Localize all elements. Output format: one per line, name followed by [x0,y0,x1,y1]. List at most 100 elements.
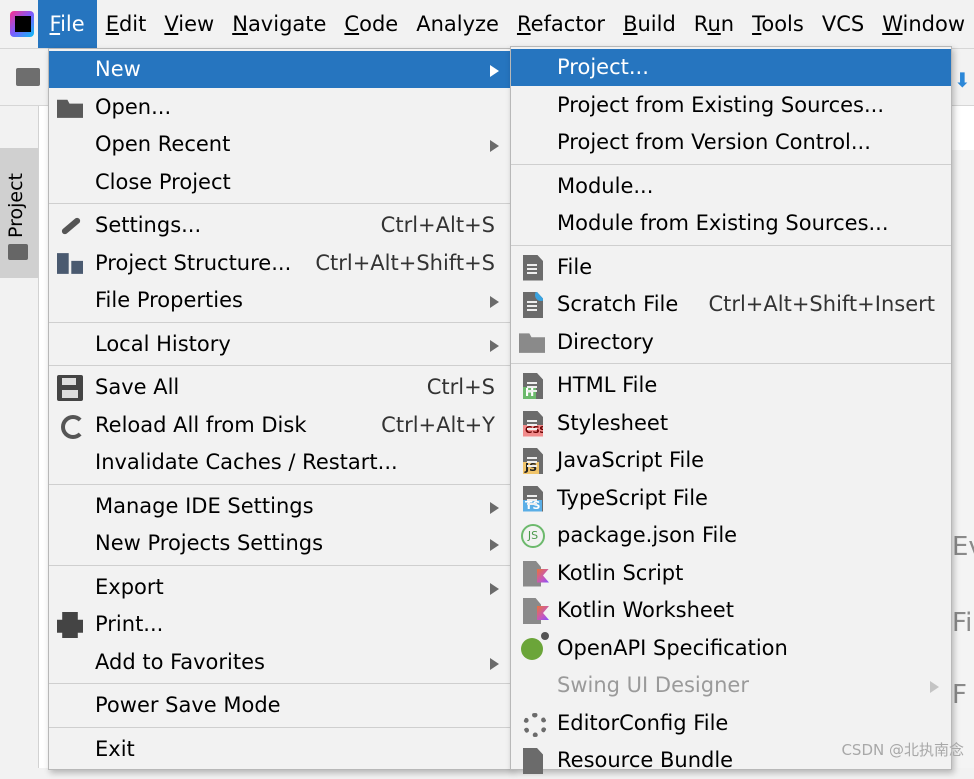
file-item-local-history[interactable]: Local History [49,326,511,363]
new-item-label: HTML File [557,373,658,397]
submenu-arrow-icon [490,501,499,514]
file-item-new-projects-settings[interactable]: New Projects Settings [49,525,511,562]
project-structure-icon [57,253,83,274]
file-item-close-project[interactable]: Close Project [49,164,511,201]
new-item-typescript-file[interactable]: TS TypeScript File [511,480,951,517]
file-item-invalidate-caches-restart[interactable]: Invalidate Caches / Restart... [49,444,511,481]
file-item-power-save-mode[interactable]: Power Save Mode [49,687,511,724]
menu-refactor[interactable]: Refactor [508,0,614,48]
file-item-settings[interactable]: Settings... Ctrl+Alt+S [49,207,511,244]
new-item-scratch-file[interactable]: Scratch File Ctrl+Alt+Shift+Insert [511,286,951,323]
menu-vcs[interactable]: VCS [813,0,873,48]
new-item-label: Kotlin Worksheet [557,598,734,622]
file-item-label: File Properties [95,288,243,312]
new-item-kotlin-script[interactable]: Kotlin Script [511,555,951,592]
file-item-exit[interactable]: Exit [49,731,511,768]
file-item-add-to-favorites[interactable]: Add to Favorites [49,644,511,681]
folder-open-icon [57,99,83,118]
new-item-label: package.json File [557,523,738,547]
download-arrow-icon[interactable]: ⬇ [954,68,971,92]
wrench-icon [57,213,83,239]
file-item-label: New [95,57,141,81]
submenu-arrow-icon [490,582,499,595]
new-item-project[interactable]: Project... [511,49,951,86]
js-file-icon: JS [523,448,543,474]
gear-icon [523,712,547,737]
new-item-label: File [557,254,593,279]
menu-build[interactable]: Build [614,0,685,48]
menu-navigate[interactable]: Navigate [223,0,335,48]
menu-separator [49,321,511,323]
file-item-label: Project Structure... [95,250,292,275]
menu-separator [49,564,511,566]
kotlin-badge-icon [537,606,549,620]
file-item-label: Open... [95,94,172,119]
menu-run[interactable]: Run [685,0,743,48]
file-item-reload-all-from-disk[interactable]: Reload All from Disk Ctrl+Alt+Y [49,407,511,444]
new-item-label: Project from Version Control... [557,130,871,154]
menu-tools[interactable]: Tools [743,0,813,48]
menu-view[interactable]: View [155,0,223,48]
file-item-label: Power Save Mode [95,693,281,717]
shortcut-label: Ctrl+Alt+Shift+Insert [708,292,935,316]
kotlin-badge-icon [537,568,549,583]
menu-analyze[interactable]: Analyze [407,0,508,48]
menu-window[interactable]: Window [873,0,974,48]
new-item-label: Swing UI Designer [557,673,749,697]
file-icon [523,254,543,281]
shortcut-label: Ctrl+S [426,375,495,399]
file-item-label: Close Project [95,169,231,194]
file-item-open[interactable]: Open... [49,89,511,126]
scratch-file-icon [523,292,543,318]
menu-separator [49,365,511,366]
new-item-label: Module... [557,173,654,198]
file-item-file-properties[interactable]: File Properties [49,282,511,319]
file-item-manage-ide-settings[interactable]: Manage IDE Settings [49,488,511,525]
new-item-kotlin-worksheet[interactable]: Kotlin Worksheet [511,592,951,629]
menu-separator [511,244,951,246]
menu-file[interactable]: File [37,0,97,48]
file-item-save-all[interactable]: Save All Ctrl+S [49,369,511,406]
file-item-print[interactable]: Print... [49,606,511,643]
shortcut-label: Ctrl+Alt+Y [381,412,495,437]
new-item-file[interactable]: File [511,249,951,286]
new-item-label: Resource Bundle [557,748,734,772]
submenu-arrow-icon [490,539,499,551]
new-item-label: Directory [557,329,654,354]
new-item-module-from-existing-sources[interactable]: Module from Existing Sources... [511,205,951,242]
new-item-javascript-file[interactable]: JS JavaScript File [511,442,951,479]
file-item-label: Print... [95,612,164,636]
file-item-project-structure[interactable]: Project Structure... Ctrl+Alt+Shift+S [49,245,511,282]
new-item-label: EditorConfig File [557,710,729,735]
new-item-html-file[interactable]: H HTML File [511,367,951,404]
new-item-module[interactable]: Module... [511,168,951,205]
new-item-label: Kotlin Script [557,560,684,585]
new-item-project-from-existing-sources[interactable]: Project from Existing Sources... [511,87,951,124]
new-item-directory[interactable]: Directory [511,324,951,361]
submenu-arrow-icon [490,65,499,77]
shortcut-label: Ctrl+Alt+S [380,213,495,237]
menu-code[interactable]: Code [335,0,407,48]
file-menu-dropdown: New Open... Open Recent Close Project Settin… [48,48,512,770]
new-item-editorconfig-file[interactable]: EditorConfig File [511,705,951,742]
menu-separator [49,683,511,684]
file-item-export[interactable]: Export [49,569,511,606]
menu-edit[interactable]: Edit [97,0,156,48]
new-item-project-from-version-control[interactable]: Project from Version Control... [511,124,951,161]
new-item-package-json-file[interactable]: JS package.json File [511,517,951,554]
project-tool-tab[interactable]: Project [0,148,38,278]
editor-gutter [950,150,974,768]
menu-separator [511,363,951,364]
submenu-arrow-icon [490,339,499,352]
resource-bundle-icon [523,748,543,774]
new-item-stylesheet[interactable]: CSS Stylesheet [511,405,951,442]
open-folder-icon[interactable] [16,68,40,86]
file-item-label: Local History [95,331,231,356]
reload-icon [61,414,85,439]
file-item-new[interactable]: New [49,51,511,88]
file-item-open-recent[interactable]: Open Recent [49,126,511,163]
new-item-openapi-specification[interactable]: OpenAPI Specification [511,630,951,667]
submenu-arrow-icon [490,657,499,670]
menu-separator [511,163,951,165]
new-item-label: Project from Existing Sources... [557,92,885,117]
